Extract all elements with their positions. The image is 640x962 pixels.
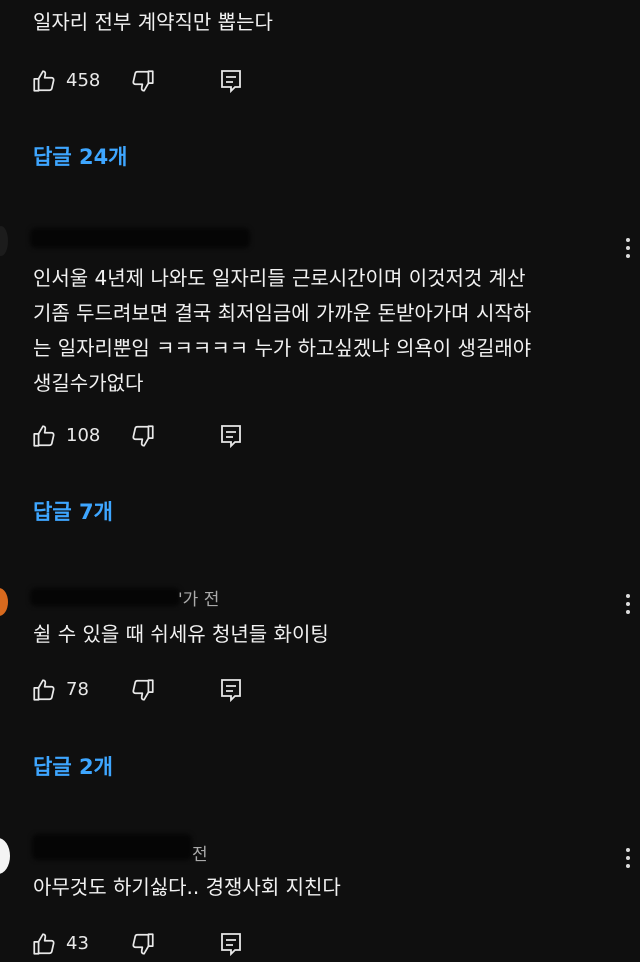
more-options-button[interactable] [626, 594, 632, 618]
more-vertical-icon [626, 848, 632, 868]
dislike-button[interactable] [130, 68, 156, 94]
comment-timestamp: '가 전 [178, 590, 220, 610]
reply-button[interactable] [219, 68, 243, 94]
comment-text-line: 아무것도 하기싫다.. 경쟁사회 지친다 [33, 875, 341, 899]
like-button[interactable] [31, 931, 57, 957]
like-count: 43 [66, 933, 89, 954]
dislike-button[interactable] [130, 423, 156, 449]
more-vertical-icon [626, 594, 632, 614]
thumbs-down-icon [132, 933, 154, 955]
comment-text-line: 기좀 두드려보면 결국 최저임금에 가까운 돈받아가며 시작하 [33, 301, 532, 325]
like-count: 108 [66, 425, 101, 446]
avatar[interactable] [0, 838, 10, 874]
comment-timestamp: 전 [192, 845, 208, 865]
redacted-author-name [30, 588, 180, 606]
dislike-button[interactable] [130, 677, 156, 703]
view-replies-link[interactable]: 답글 7개 [33, 496, 113, 526]
comment-text-line: 는 일자리뿐임 ㅋㅋㅋㅋㅋ 누가 하고싶겠냐 의욕이 생길래야 [33, 336, 532, 360]
like-button[interactable] [31, 68, 57, 94]
thumbs-down-icon [132, 70, 154, 92]
comment-text-line: 일자리 전부 계약직만 뽑는다 [33, 10, 273, 34]
thumbs-up-icon [33, 679, 55, 701]
more-vertical-icon [626, 238, 632, 258]
more-options-button[interactable] [626, 848, 632, 872]
reply-comment-icon [221, 425, 241, 449]
view-replies-link[interactable]: 답글 2개 [33, 751, 113, 781]
view-replies-link[interactable]: 답글 24개 [33, 141, 128, 171]
comment-text-line: 쉴 수 있을 때 쉬세유 청년들 화이팅 [33, 622, 329, 646]
comment-text-line: 인서울 4년제 나와도 일자리들 근로시간이며 이것저것 계산 [33, 266, 526, 290]
reply-comment-icon [221, 70, 241, 94]
redacted-author-name [30, 228, 250, 248]
avatar[interactable] [0, 226, 8, 256]
reply-comment-icon [221, 933, 241, 957]
dislike-button[interactable] [130, 931, 156, 957]
thumbs-up-icon [33, 425, 55, 447]
reply-button[interactable] [219, 677, 243, 703]
reply-button[interactable] [219, 423, 243, 449]
avatar[interactable] [0, 588, 8, 616]
thumbs-up-icon [33, 70, 55, 92]
like-count: 458 [66, 70, 101, 91]
comment-text-line: 생길수가없다 [33, 371, 144, 395]
redacted-author-name [32, 834, 192, 860]
reply-button[interactable] [219, 931, 243, 957]
thumbs-up-icon [33, 933, 55, 955]
more-options-button[interactable] [626, 238, 632, 262]
thumbs-down-icon [132, 425, 154, 447]
reply-comment-icon [221, 679, 241, 703]
like-button[interactable] [31, 423, 57, 449]
like-count: 78 [66, 679, 89, 700]
like-button[interactable] [31, 677, 57, 703]
thumbs-down-icon [132, 679, 154, 701]
